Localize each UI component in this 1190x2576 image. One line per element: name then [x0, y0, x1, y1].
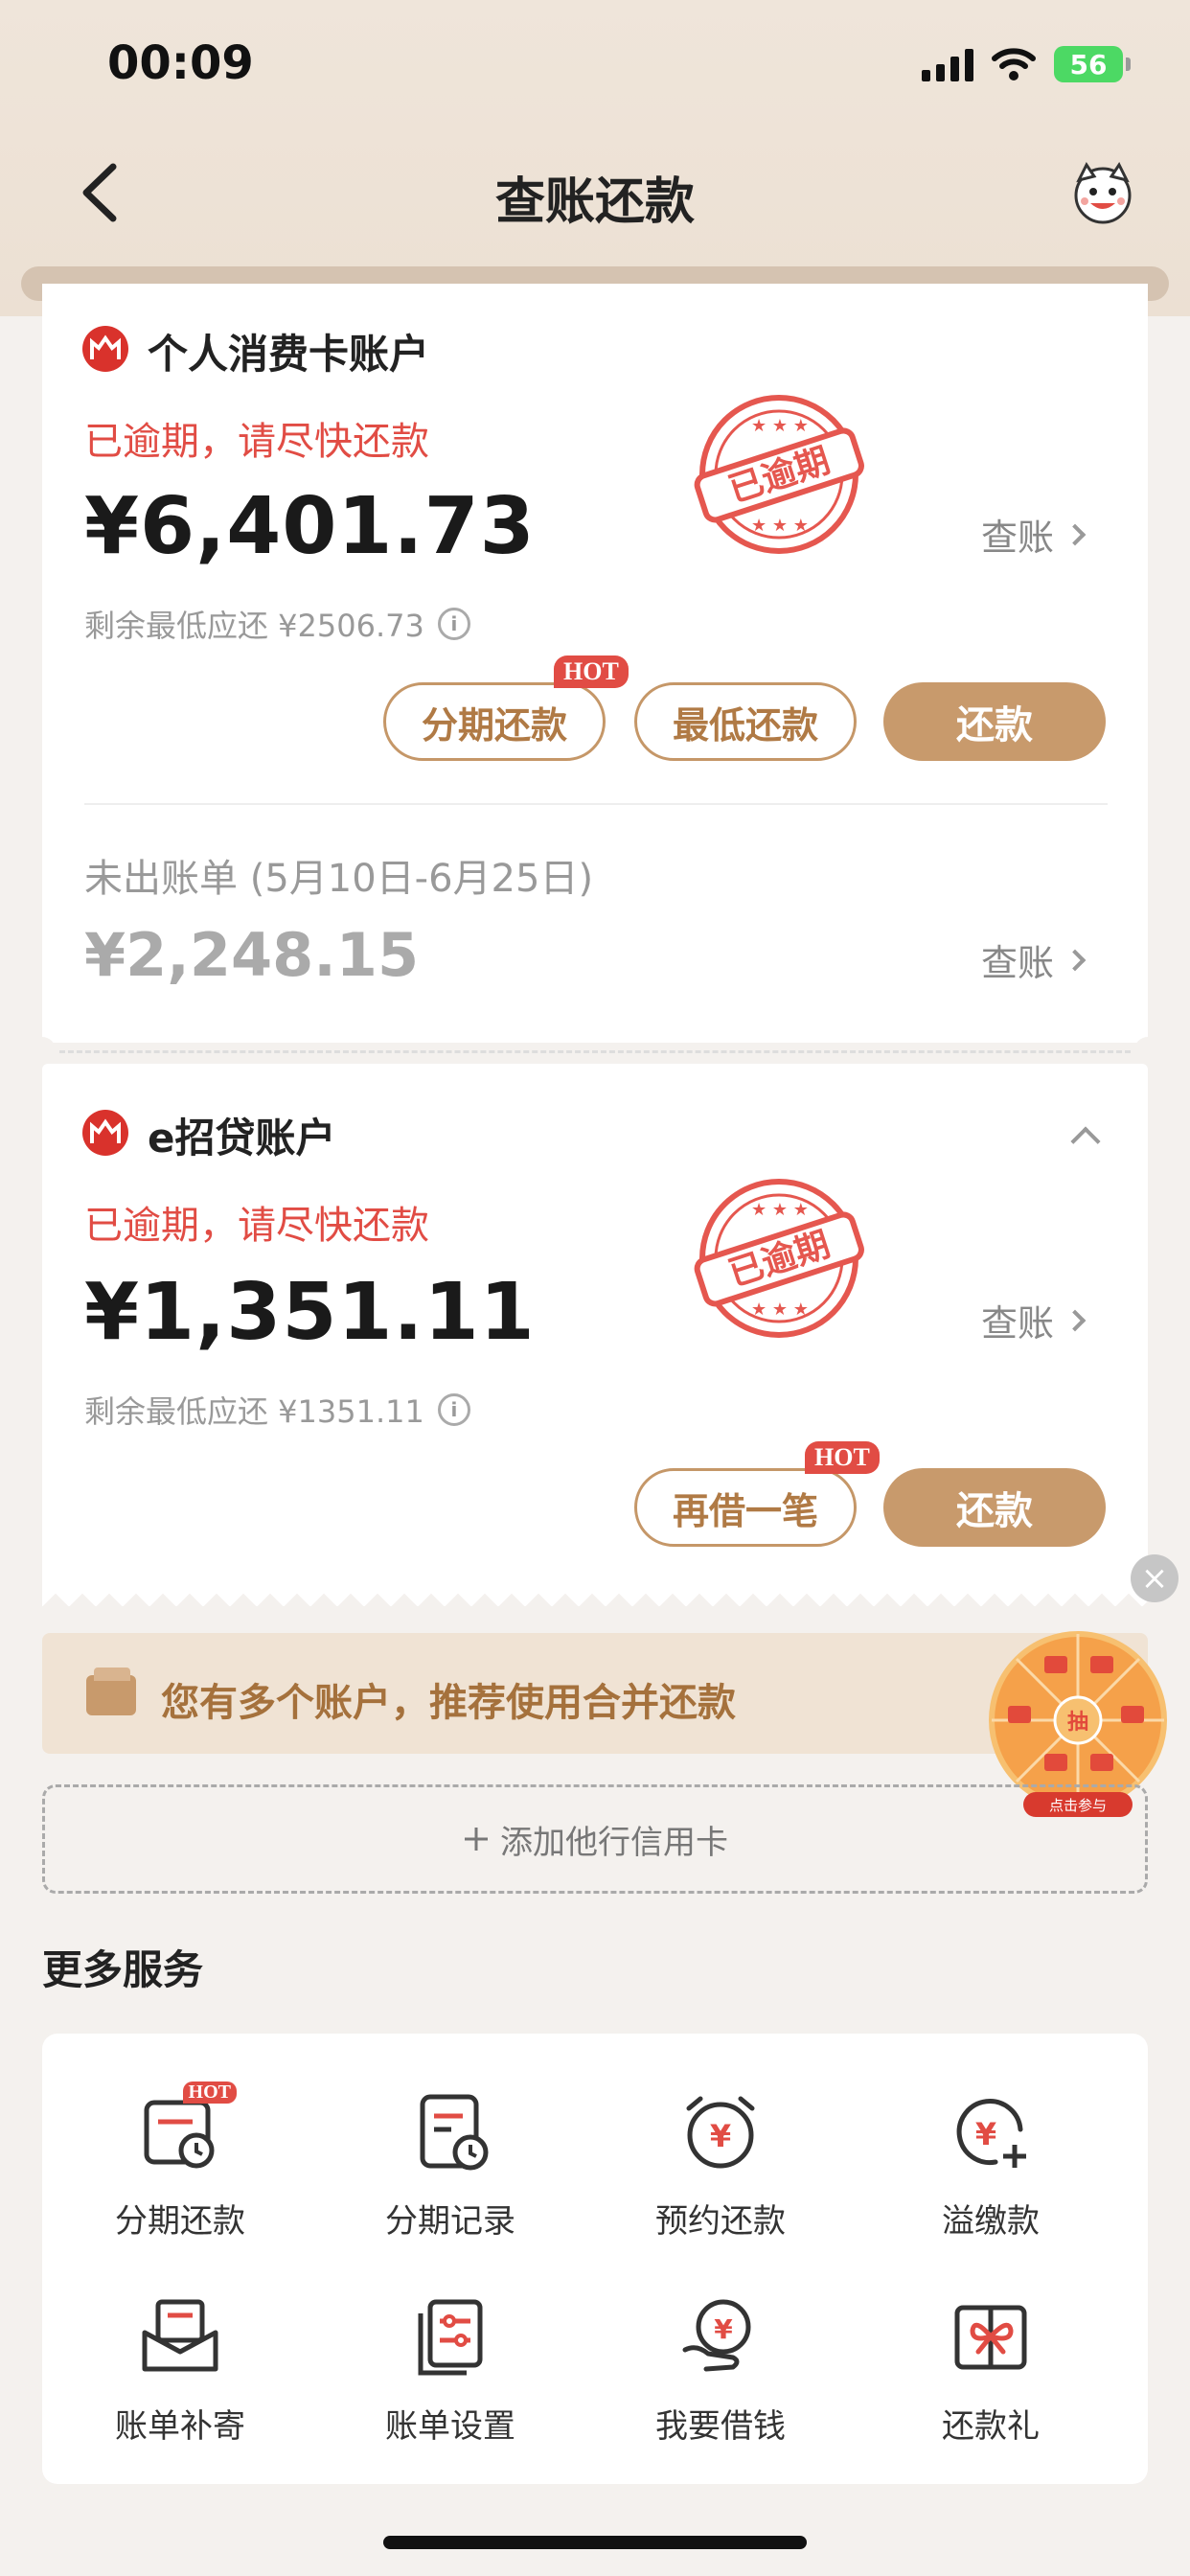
unbilled-amount: ¥2,248.15 — [84, 920, 420, 990]
info-icon[interactable]: i — [437, 1393, 470, 1426]
overdue-stamp: ★ ★ ★★ ★ ★ 已逾期 — [694, 395, 864, 554]
bank-logo-icon — [82, 1110, 128, 1156]
svg-text:★ ★ ★: ★ ★ ★ — [751, 1300, 809, 1320]
svg-text:¥: ¥ — [710, 2118, 731, 2154]
close-icon: × — [1140, 1559, 1169, 1598]
service-bill-settings[interactable]: 账单设置 — [335, 2294, 565, 2447]
minimum-due: 剩余最低应还 ¥2506.73 i — [84, 602, 470, 646]
cellular-signal-icon — [922, 47, 973, 81]
card-separator — [59, 1050, 1131, 1053]
installment-button[interactable]: 分期还款 — [383, 682, 606, 761]
svg-text:抽: 抽 — [1067, 1711, 1088, 1735]
service-label: 分期还款 — [115, 2202, 245, 2241]
overdue-amount: ¥6,401.73 — [84, 481, 536, 572]
service-borrow-money[interactable]: ¥ 我要借钱 — [606, 2294, 835, 2447]
wallet-icon — [86, 1668, 136, 1715]
bill-settings-icon — [418, 2299, 483, 2376]
merge-repay-banner[interactable]: 您有多个账户，推荐使用合并还款 — [42, 1633, 1148, 1754]
repay-button[interactable]: 还款 — [883, 1468, 1106, 1547]
service-installment[interactable]: HOT 分期还款 — [65, 2082, 295, 2242]
service-repay-gift[interactable]: 还款礼 — [876, 2294, 1106, 2447]
bank-logo-icon — [82, 326, 128, 372]
overdue-stamp: ★ ★ ★★ ★ ★ 已逾期 — [694, 1179, 864, 1338]
overdue-amount: ¥1,351.11 — [84, 1267, 536, 1358]
wifi-icon — [992, 48, 1036, 80]
hot-badge: HOT — [182, 2082, 237, 2104]
view-bill-link[interactable]: 查账 — [981, 1294, 1087, 1346]
svg-text:★ ★ ★: ★ ★ ★ — [751, 516, 809, 536]
service-bill-resend[interactable]: 账单补寄 — [65, 2294, 295, 2447]
svg-text:¥: ¥ — [975, 2116, 996, 2152]
merge-repay-text: 您有多个账户，推荐使用合并还款 — [161, 1681, 736, 1725]
minimum-repay-button[interactable]: 最低还款 — [634, 682, 857, 761]
chevron-right-icon — [1064, 1309, 1087, 1331]
page-title: 查账还款 — [494, 173, 695, 231]
repay-button[interactable]: 还款 — [883, 682, 1106, 761]
service-label: 预约还款 — [655, 2202, 786, 2241]
svg-text:★ ★ ★: ★ ★ ★ — [751, 416, 809, 436]
mascot-icon[interactable] — [1069, 159, 1136, 226]
service-label: 溢缴款 — [942, 2202, 1040, 2241]
hot-badge: HOT — [805, 1441, 880, 1474]
service-installment-record[interactable]: 分期记录 — [335, 2089, 565, 2242]
borrow-again-button[interactable]: 再借一笔 — [634, 1468, 857, 1547]
service-scheduled-repay[interactable]: ¥ 预约还款 — [606, 2089, 835, 2242]
view-bill-label: 查账 — [981, 517, 1055, 559]
home-indicator — [383, 2536, 807, 2549]
status-icons: 56 — [922, 46, 1131, 82]
installment-record-icon — [420, 2094, 489, 2171]
separator-notch — [1134, 1037, 1161, 1064]
close-promo-button[interactable]: × — [1131, 1554, 1179, 1602]
unbilled-title: 未出账单 (5月10日-6月25日) — [84, 857, 594, 901]
service-label: 账单补寄 — [115, 2407, 245, 2446]
battery-icon: 56 — [1054, 46, 1131, 82]
plus-icon — [465, 1828, 488, 1851]
minimum-due: 剩余最低应还 ¥1351.11 i — [84, 1388, 470, 1432]
hot-badge: HOT — [554, 656, 629, 688]
more-services-title: 更多服务 — [42, 1946, 204, 1993]
minimum-due-text: 剩余最低应还 ¥2506.73 — [84, 608, 424, 644]
info-icon[interactable]: i — [437, 608, 470, 640]
mail-icon — [142, 2299, 218, 2372]
overdue-notice: 已逾期，请尽快还款 — [84, 1204, 429, 1248]
yen-plus-icon: ¥ — [956, 2099, 1026, 2168]
view-unbilled-link[interactable]: 查账 — [981, 933, 1087, 986]
status-time: 00:09 — [107, 36, 254, 90]
service-label: 分期记录 — [385, 2202, 515, 2241]
service-overpayment[interactable]: ¥ 溢缴款 — [876, 2089, 1106, 2242]
chevron-right-icon — [1064, 523, 1087, 545]
minimum-due-text: 剩余最低应还 ¥1351.11 — [84, 1393, 424, 1430]
divider — [84, 803, 1108, 805]
service-label: 还款礼 — [942, 2407, 1040, 2446]
chevron-right-icon — [1064, 949, 1087, 971]
hand-yen-icon: ¥ — [682, 2299, 751, 2372]
add-card-label: 添加他行信用卡 — [500, 1823, 728, 1862]
gift-icon — [954, 2305, 1027, 2370]
services-grid: HOT 分期还款 分期记录 ¥ 预约还款 ¥ 溢缴款 账单补寄 账单设置 ¥ 我… — [42, 2034, 1148, 2484]
service-label: 我要借钱 — [655, 2407, 786, 2446]
view-bill-label: 查账 — [981, 1302, 1055, 1345]
account-name: e招贷账户 — [148, 1115, 336, 1162]
add-other-bank-card-button[interactable]: 添加他行信用卡 — [42, 1784, 1148, 1894]
svg-text:¥: ¥ — [714, 2313, 733, 2345]
separator-notch — [29, 1037, 56, 1064]
overdue-notice: 已逾期，请尽快还款 — [84, 420, 429, 464]
account-name: 个人消费卡账户 — [148, 331, 430, 378]
service-label: 账单设置 — [385, 2407, 515, 2446]
svg-text:★ ★ ★: ★ ★ ★ — [751, 1200, 809, 1220]
view-bill-link[interactable]: 查账 — [981, 508, 1087, 561]
view-unbilled-label: 查账 — [981, 942, 1055, 984]
card-zigzag-edge — [42, 1581, 1148, 1606]
alarm-yen-icon: ¥ — [686, 2096, 755, 2169]
